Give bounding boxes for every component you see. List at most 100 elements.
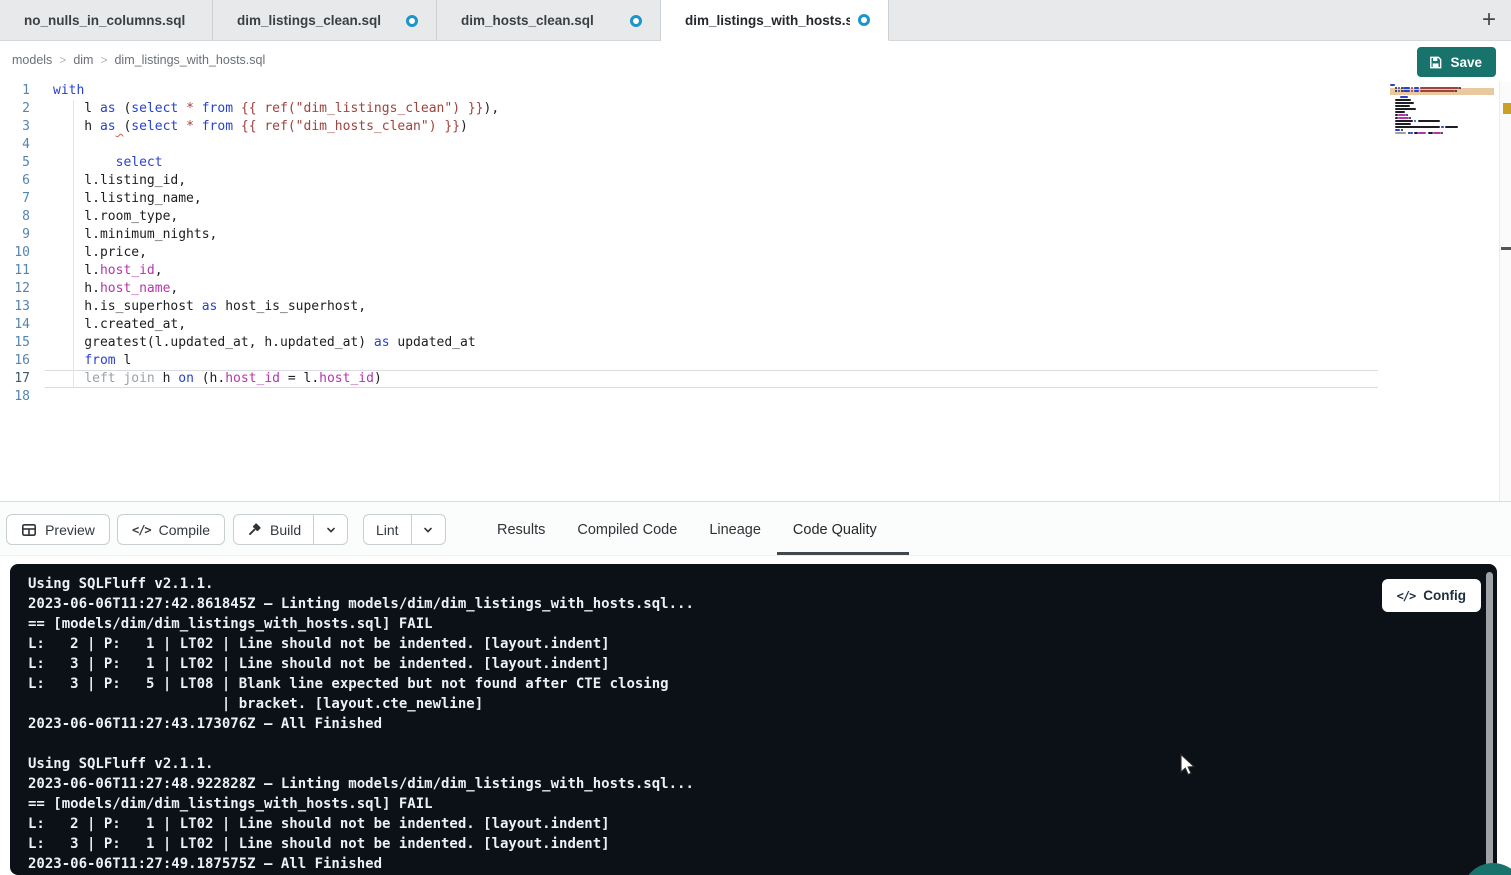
lint-options-caret[interactable]	[412, 515, 445, 544]
file-tab-label: no_nulls_in_columns.sql	[24, 13, 194, 28]
minimap-code-bar	[1409, 117, 1411, 119]
editor-scrollbar-track[interactable]	[1499, 82, 1511, 501]
minimap-code-bar	[1414, 90, 1419, 92]
line-number: 4	[0, 136, 45, 154]
code-line[interactable]: 11 l.host_id,	[0, 262, 1511, 280]
minimap-code-bar	[1445, 126, 1458, 128]
table-icon	[21, 522, 37, 538]
code-line[interactable]: 14 l.created_at,	[0, 316, 1511, 334]
code-line[interactable]: 7 l.listing_name,	[0, 190, 1511, 208]
file-tab[interactable]: dim_hosts_clean.sql	[437, 0, 661, 41]
breadcrumb-item-models[interactable]: models	[12, 53, 52, 67]
hammer-icon	[246, 522, 262, 538]
editor-minimap[interactable]	[1390, 84, 1498, 140]
breadcrumb: models>dim>dim_listings_with_hosts.sql	[12, 53, 265, 67]
lint-output-terminal[interactable]: Using SQLFluff v2.1.1.2023-06-06T11:27:4…	[10, 564, 1497, 875]
panel-tab-results[interactable]: Results	[497, 502, 545, 557]
compile-button[interactable]: </> Compile	[117, 514, 225, 545]
code-line[interactable]: 15 greatest(l.updated_at, h.updated_at) …	[0, 334, 1511, 352]
code-text: l.minimum_nights,	[53, 226, 217, 244]
code-line[interactable]: 17 left join h on (h.host_id = l.host_id…	[0, 370, 1511, 388]
code-line[interactable]: 10 l.price,	[0, 244, 1511, 262]
terminal-line: L: 3 | P: 1 | LT02 | Line should not be …	[28, 834, 1497, 854]
minimap-code-bar	[1401, 129, 1403, 131]
terminal-scrollbar[interactable]	[1486, 572, 1493, 872]
code-line[interactable]: 9 l.minimum_nights,	[0, 226, 1511, 244]
dbt-cloud-ide: no_nulls_in_columns.sql dim_listings_clea…	[0, 0, 1511, 875]
minimap-code-bar	[1420, 90, 1455, 92]
terminal-line: 2023-06-06T11:27:49.187575Z — All Finish…	[28, 854, 1497, 874]
minimap-code-bar	[1395, 126, 1440, 128]
config-button-label: Config	[1423, 588, 1466, 603]
file-tab[interactable]: no_nulls_in_columns.sql	[0, 0, 213, 41]
line-number: 11	[0, 262, 45, 280]
code-line[interactable]: 1with	[0, 82, 1511, 100]
line-number: 6	[0, 172, 45, 190]
code-line[interactable]: 3 h as (select * from {{ ref("dim_hosts_…	[0, 118, 1511, 136]
panel-tab-compiled-code[interactable]: Compiled Code	[577, 502, 677, 557]
minimap-code-bar	[1403, 87, 1411, 89]
code-editor[interactable]: 1with2 l as (select * from {{ ref("dim_l…	[0, 82, 1511, 501]
terminal-line: == [models/dim/dim_listings_with_hosts.s…	[28, 614, 1497, 634]
terminal-line: L: 3 | P: 5 | LT08 | Blank line expected…	[28, 674, 1497, 694]
terminal-line: Using SQLFluff v2.1.1.	[28, 574, 1497, 594]
breadcrumb-item-dim[interactable]: dim	[73, 53, 93, 67]
code-text: l.listing_name,	[53, 190, 202, 208]
code-line[interactable]: 6 l.listing_id,	[0, 172, 1511, 190]
line-number: 17	[0, 370, 45, 388]
minimap-code-bar	[1395, 87, 1397, 89]
code-line[interactable]: 2 l as (select * from {{ ref("dim_listin…	[0, 100, 1511, 118]
file-tab[interactable]: dim_listings_clean.sql	[213, 0, 437, 41]
panel-tab-code-quality[interactable]: Code Quality	[793, 502, 877, 557]
code-lines: 1with2 l as (select * from {{ ref("dim_l…	[0, 82, 1511, 406]
code-line[interactable]: 4	[0, 136, 1511, 154]
minimap-code-bar	[1395, 129, 1400, 131]
minimap-code-bar	[1395, 108, 1416, 110]
line-number: 1	[0, 82, 45, 100]
code-line[interactable]: 16 from l	[0, 352, 1511, 370]
terminal-line: 2023-06-06T11:27:42.861845Z — Linting mo…	[28, 594, 1497, 614]
code-text: l.price,	[53, 244, 147, 262]
code-line[interactable]: 8 l.room_type,	[0, 208, 1511, 226]
minimap-code-bar	[1455, 90, 1457, 92]
new-tab-button[interactable]: +	[1473, 4, 1505, 36]
breadcrumb-item-file: dim_listings_with_hosts.sql	[114, 53, 265, 67]
code-line[interactable]: 18	[0, 388, 1511, 406]
unsaved-changes-dot-icon	[858, 14, 870, 26]
action-toolbar: Preview </> Compile Build	[0, 501, 1511, 556]
minimap-code-bar	[1398, 114, 1407, 116]
breadcrumb-separator: >	[93, 53, 114, 67]
terminal-line: L: 2 | P: 1 | LT02 | Line should not be …	[28, 634, 1497, 654]
minimap-code-bar	[1414, 120, 1417, 122]
minimap-code-bar	[1420, 87, 1459, 89]
preview-button[interactable]: Preview	[6, 514, 110, 545]
save-icon	[1428, 55, 1443, 70]
build-options-caret[interactable]	[314, 515, 347, 544]
terminal-lines: Using SQLFluff v2.1.1.2023-06-06T11:27:4…	[28, 574, 1497, 874]
minimap-code-bar	[1398, 117, 1409, 119]
minimap-code-bar	[1395, 123, 1411, 125]
terminal-line	[28, 734, 1497, 754]
terminal-line: 2023-06-06T11:27:43.173076Z — All Finish…	[28, 714, 1497, 734]
file-tab-label: dim_listings_with_hosts.sql	[685, 13, 850, 28]
lint-button-label: Lint	[376, 522, 399, 538]
code-text: h.host_name,	[53, 280, 178, 298]
config-button[interactable]: </> Config	[1382, 579, 1481, 612]
code-line[interactable]: 13 h.is_superhost as host_is_superhost,	[0, 298, 1511, 316]
save-button[interactable]: Save	[1417, 47, 1496, 77]
terminal-line: | bracket. [layout.cte_newline]	[28, 694, 1497, 714]
scroll-position-marker	[1501, 247, 1511, 250]
terminal-line: 2023-06-06T11:27:48.922828Z — Linting mo…	[28, 774, 1497, 794]
file-tab[interactable]: dim_listings_with_hosts.sql	[661, 0, 889, 41]
minimap-code-bar	[1441, 126, 1444, 128]
lint-button-group: Lint	[363, 514, 446, 545]
build-button[interactable]: Build	[234, 515, 314, 544]
lint-button[interactable]: Lint	[364, 515, 412, 544]
line-number: 16	[0, 352, 45, 370]
panel-tab-lineage[interactable]: Lineage	[709, 502, 761, 557]
breadcrumb-separator: >	[52, 53, 73, 67]
code-line[interactable]: 5 select	[0, 154, 1511, 172]
line-number: 7	[0, 190, 45, 208]
code-line[interactable]: 12 h.host_name,	[0, 280, 1511, 298]
line-number: 9	[0, 226, 45, 244]
